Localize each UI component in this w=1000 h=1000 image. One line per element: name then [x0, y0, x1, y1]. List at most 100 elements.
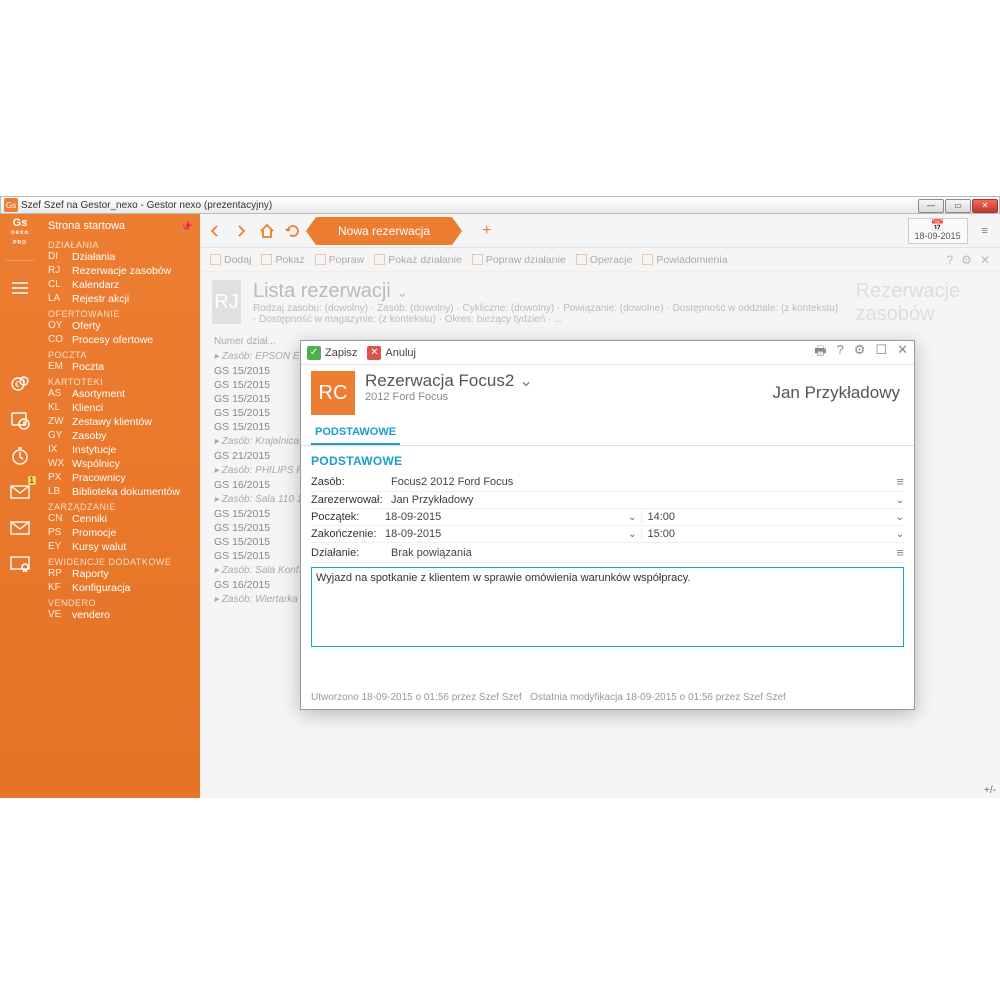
sidebar-category: KARTOTEKI [48, 377, 200, 387]
print-icon[interactable]: 🖶 [814, 342, 826, 364]
sidebar-item[interactable]: PSPromocje [48, 526, 200, 540]
sidebar-item[interactable]: KFKonfiguracja [48, 581, 200, 595]
maximize-dialog-icon[interactable]: ☐ [875, 342, 887, 364]
sidebar-item[interactable]: CLKalendarz [48, 278, 200, 292]
mail-icon[interactable] [6, 515, 34, 541]
sidebar-item[interactable]: RJRezerwacje zasobów [48, 264, 200, 278]
chevron-down-icon[interactable]: ⌄ [896, 512, 904, 523]
toolbar-action[interactable]: Dodaj [210, 254, 251, 266]
sidebar-category: DZIAŁANIA [48, 240, 200, 250]
certificate-icon[interactable] [6, 551, 34, 577]
sidebar-item[interactable]: GYZasoby [48, 429, 200, 443]
toolbar-action[interactable]: Popraw działanie [472, 254, 566, 266]
sidebar-item[interactable]: DIDziałania [48, 250, 200, 264]
chevron-down-icon[interactable]: ⌄ [628, 512, 636, 523]
active-tab[interactable]: Nowa rezerwacja [316, 217, 452, 245]
field-poczatek-time[interactable]: 14:00⌄ [648, 511, 905, 523]
filter-crumbs[interactable]: Rodzaj zasobu: (dowolny) · Zasób: (dowol… [253, 303, 844, 325]
sidebar-category: POCZTA [48, 350, 200, 360]
close-button[interactable]: ✕ [972, 199, 998, 213]
menu-icon[interactable]: ≡ [896, 545, 904, 560]
field-zakonczenie-time[interactable]: 15:00⌄ [648, 528, 905, 540]
sidebar-item[interactable]: EYKursy walut [48, 540, 200, 554]
label-zarezerwowal: Zarezerwował: [311, 494, 391, 506]
cancel-button[interactable]: ✕Anuluj [367, 346, 416, 360]
maximize-button[interactable]: ▭ [945, 199, 971, 213]
sidebar-item[interactable]: COProcesy ofertowe [48, 333, 200, 347]
svg-text:€: € [15, 380, 20, 389]
help-icon[interactable]: ? [837, 342, 844, 364]
sidebar-category: OFERTOWANIE [48, 309, 200, 319]
tab-podstawowe[interactable]: PODSTAWOWE [311, 421, 400, 445]
sidebar-item[interactable]: RPRaporty [48, 567, 200, 581]
module-badge: RJ [212, 280, 241, 324]
sidebar-item[interactable]: PXPracownicy [48, 471, 200, 485]
new-tab-button[interactable]: + [482, 222, 491, 240]
menu-icon[interactable] [6, 275, 34, 301]
help-icon[interactable]: ? [946, 253, 953, 267]
window-titlebar: Gs Szef Szef na Gestor_nexo - Gestor nex… [0, 196, 1000, 214]
overflow-menu-icon[interactable]: ≡ [982, 225, 988, 237]
field-dzialanie[interactable]: Brak powiązania≡ [391, 545, 904, 560]
sidebar-category: VENDERO [48, 598, 200, 608]
chevron-down-icon[interactable]: ⌄ [896, 495, 904, 506]
toolbar-action[interactable]: Operacje [576, 254, 633, 266]
sidebar-start[interactable]: Strona startowa📌 [48, 220, 200, 237]
nav-refresh-icon[interactable] [284, 222, 302, 240]
settings-icon[interactable]: ⚙ [961, 253, 972, 267]
sidebar-item[interactable]: VEvendero [48, 608, 200, 622]
stopwatch-icon[interactable] [6, 443, 34, 469]
field-zakonczenie-date[interactable]: 18-09-2015⌄ [385, 528, 642, 540]
mail-badge-icon[interactable]: 1 [6, 479, 34, 505]
minimize-button[interactable]: — [918, 199, 944, 213]
sidebar-item[interactable]: ZWZestawy klientów [48, 415, 200, 429]
sidebar-item[interactable]: KLKlienci [48, 401, 200, 415]
close-dialog-icon[interactable]: ✕ [897, 342, 908, 364]
calendar-icon: 📅 [915, 221, 961, 231]
dialog-badge: RC [311, 371, 355, 415]
icon-rail: Gs nexo PRO €$ 1 [0, 214, 40, 798]
dialog-user: Jan Przykładowy [772, 383, 904, 403]
sidebar-item[interactable]: LBBiblioteka dokumentów [48, 485, 200, 499]
chevron-down-icon[interactable]: ⌄ [628, 529, 636, 540]
field-zasob[interactable]: Focus2 2012 Ford Focus≡ [391, 474, 904, 489]
sidebar-item[interactable]: WXWspólnicy [48, 457, 200, 471]
nav-forward-icon[interactable] [232, 222, 250, 240]
sidebar: Strona startowa📌 DZIAŁANIADIDziałaniaRJR… [40, 214, 200, 798]
sidebar-item[interactable]: OYOferty [48, 319, 200, 333]
sidebar-item[interactable]: ASAsortyment [48, 387, 200, 401]
save-button[interactable]: ✓Zapisz [307, 346, 357, 360]
page-heading: RJ Lista rezerwacji ⌄ Rodzaj zasobu: (do… [200, 272, 1000, 334]
toolbar-action[interactable]: Pokaż [261, 254, 304, 266]
nav-home-icon[interactable] [258, 222, 276, 240]
menu-icon[interactable]: ≡ [896, 474, 904, 489]
toolbar-action[interactable]: Pokaż działanie [374, 254, 462, 266]
label-zasob: Zasób: [311, 476, 391, 488]
date-picker[interactable]: 📅18-09-2015 [908, 218, 968, 244]
heading-right: Rezerwacje zasobów [856, 280, 988, 326]
dialog-footer: Utworzono 18-09-2015 o 01:56 przez Szef … [301, 688, 914, 709]
gear-icon[interactable]: ⚙ [854, 342, 866, 364]
nav-back-icon[interactable] [206, 222, 224, 240]
app-logo: Gs nexo PRO [11, 218, 29, 248]
zoom-toggle[interactable]: +/- [984, 785, 996, 796]
toolbar-action[interactable]: Popraw [315, 254, 365, 266]
close-panel-icon[interactable]: ✕ [980, 253, 990, 267]
field-zarezerwowal[interactable]: Jan Przykładowy⌄ [391, 494, 904, 506]
sidebar-item[interactable]: LARejestr akcji [48, 292, 200, 306]
currency-icon[interactable]: €$ [6, 371, 34, 397]
toolbar-action[interactable]: Powiadomienia [642, 254, 727, 266]
sidebar-item[interactable]: EMPoczta [48, 360, 200, 374]
reservation-dialog: ✓Zapisz ✕Anuluj 🖶 ? ⚙ ☐ ✕ RC Rezerwacja … [300, 340, 915, 710]
calendar-clock-icon[interactable] [6, 407, 34, 433]
pin-icon[interactable]: 📌 [180, 220, 194, 233]
label-poczatek: Początek: [311, 511, 385, 523]
window-title: Szef Szef na Gestor_nexo - Gestor nexo (… [21, 200, 918, 211]
field-poczatek-date[interactable]: 18-09-2015⌄ [385, 511, 642, 523]
sidebar-item[interactable]: CNCenniki [48, 512, 200, 526]
sidebar-category: ZARZĄDZANIE [48, 502, 200, 512]
sidebar-item[interactable]: IXInstytucje [48, 443, 200, 457]
chevron-down-icon[interactable]: ⌄ [896, 529, 904, 540]
note-textarea[interactable] [311, 567, 904, 647]
dialog-subtitle: 2012 Ford Focus [365, 391, 533, 403]
